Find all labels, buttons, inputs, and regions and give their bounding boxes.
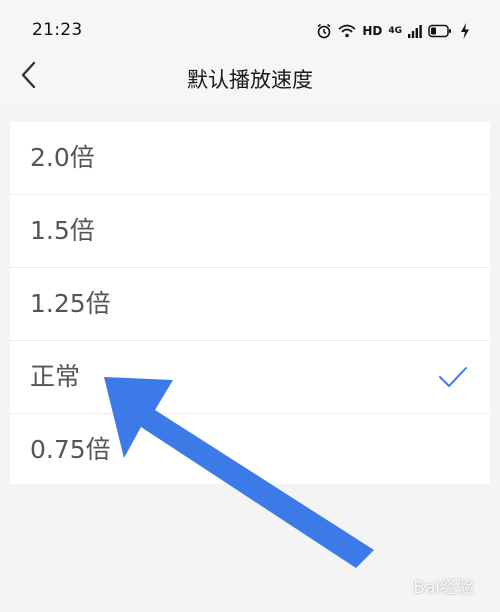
speed-option-1-5x[interactable]: 1.5倍 bbox=[10, 195, 490, 268]
signal-icon bbox=[408, 25, 422, 38]
alarm-icon bbox=[317, 23, 331, 39]
speed-option-list: 2.0倍 1.5倍 1.25倍 正常 0.75倍 bbox=[10, 122, 490, 484]
watermark: Bai经验 bbox=[413, 578, 474, 598]
speed-option-label: 正常 bbox=[30, 362, 81, 391]
speed-option-label: 1.5倍 bbox=[30, 216, 95, 245]
speed-option-label: 1.25倍 bbox=[30, 289, 111, 318]
status-time: 21:23 bbox=[32, 20, 83, 40]
speed-option-1-25x[interactable]: 1.25倍 bbox=[10, 268, 490, 341]
speed-option-normal[interactable]: 正常 bbox=[10, 341, 490, 414]
speed-option-label: 2.0倍 bbox=[30, 143, 95, 172]
network-label: HD bbox=[362, 24, 383, 38]
status-bar: 21:23 HD 4G bbox=[0, 0, 500, 44]
speed-option-2x[interactable]: 2.0倍 bbox=[10, 122, 490, 195]
battery-icon bbox=[428, 24, 451, 38]
nav-bar: 默认播放速度 bbox=[0, 44, 500, 106]
check-icon bbox=[439, 367, 467, 387]
signal-label: 4G bbox=[388, 26, 402, 36]
status-icons: HD 4G bbox=[316, 20, 470, 42]
speed-option-0-75x[interactable]: 0.75倍 bbox=[10, 414, 490, 486]
charging-icon bbox=[461, 23, 469, 39]
wifi-icon bbox=[338, 24, 356, 38]
page-title: 默认播放速度 bbox=[187, 68, 313, 92]
speed-option-label: 0.75倍 bbox=[30, 435, 111, 464]
